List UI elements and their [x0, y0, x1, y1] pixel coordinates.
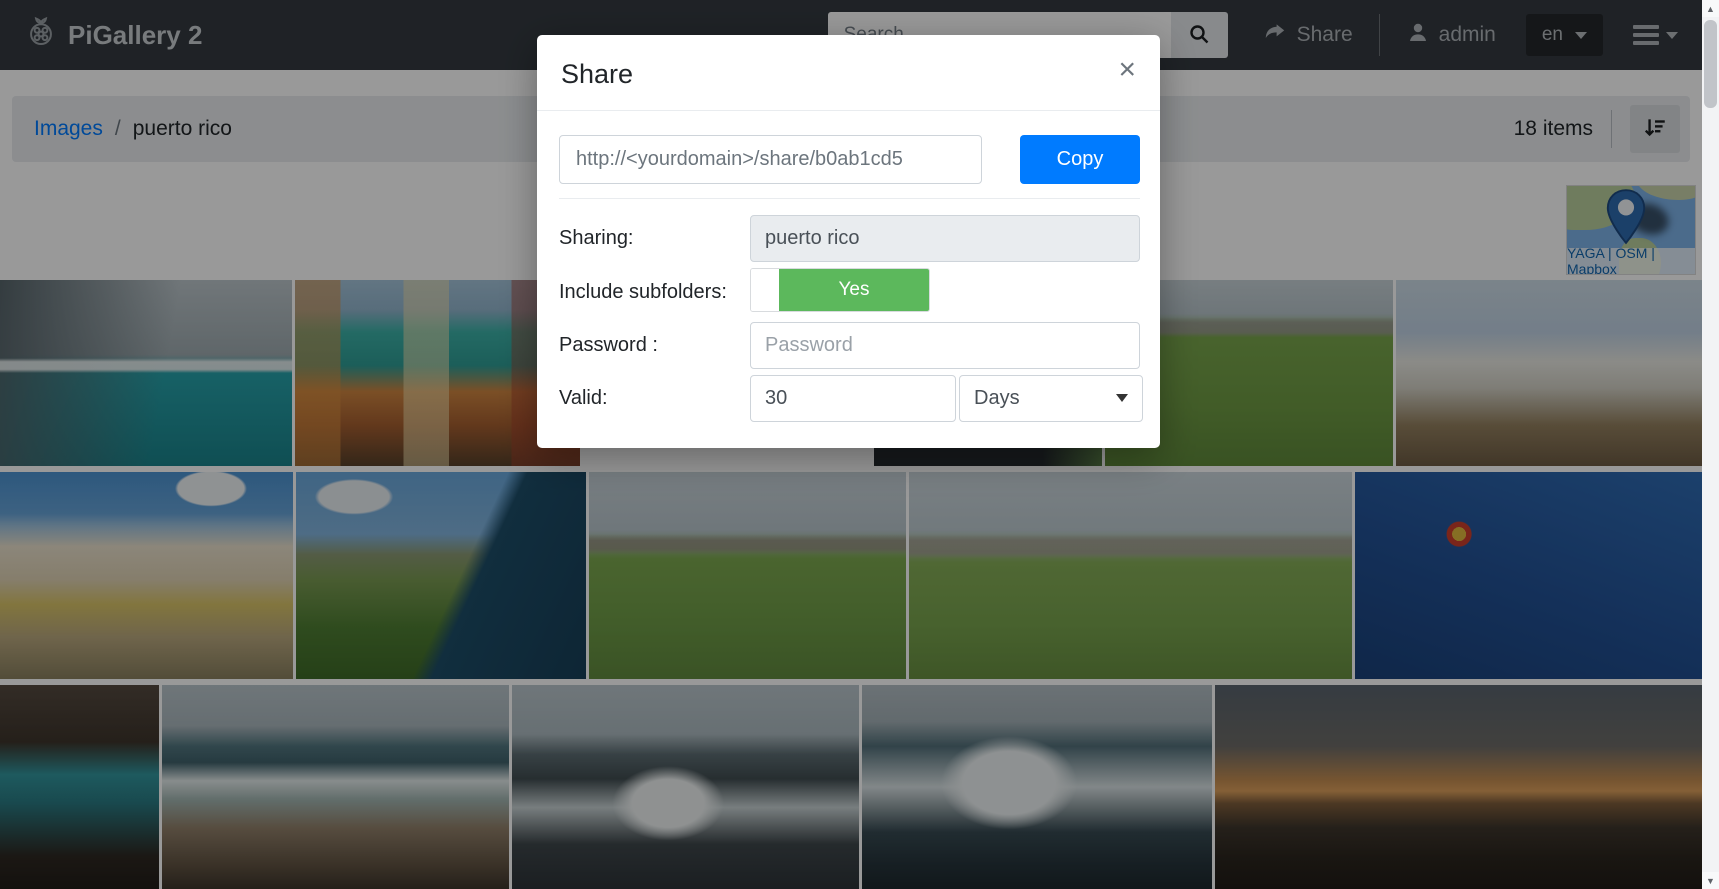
- password-field[interactable]: [750, 322, 1140, 369]
- scrollbar-up-arrow[interactable]: ▲: [1702, 0, 1719, 17]
- share-url-input[interactable]: [559, 135, 982, 184]
- scrollbar-thumb[interactable]: [1704, 20, 1717, 108]
- subfolders-label: Include subfolders:: [559, 281, 750, 304]
- share-modal-body: Copy Sharing: Include subfolders: Yes Pa…: [537, 111, 1160, 448]
- subfolders-row: Include subfolders: Yes: [559, 268, 1140, 316]
- share-modal: Share × Copy Sharing: Include subfolders…: [537, 35, 1160, 448]
- valid-label: Valid:: [559, 387, 750, 410]
- scrollbar[interactable]: ▲ ▼: [1702, 0, 1719, 889]
- valid-amount-input[interactable]: [750, 375, 956, 422]
- toggle-off-segment[interactable]: [751, 269, 779, 311]
- password-row: Password :: [559, 322, 1140, 369]
- scrollbar-down-arrow[interactable]: ▼: [1702, 872, 1719, 889]
- password-label: Password :: [559, 334, 750, 357]
- select-caret-icon: [1116, 394, 1128, 402]
- close-icon[interactable]: ×: [1118, 59, 1136, 81]
- sharing-label: Sharing:: [559, 227, 750, 250]
- valid-unit-value: Days: [974, 387, 1020, 410]
- include-subfolders-toggle[interactable]: Yes: [750, 268, 930, 312]
- toggle-yes-segment[interactable]: Yes: [779, 269, 929, 311]
- sharing-row: Sharing:: [559, 215, 1140, 262]
- sharing-name-field: [750, 215, 1140, 262]
- share-url-row: Copy: [559, 135, 1140, 184]
- share-modal-header: Share ×: [537, 35, 1160, 111]
- copy-button[interactable]: Copy: [1020, 135, 1140, 184]
- valid-row: Valid: Days: [559, 375, 1140, 422]
- valid-unit-select[interactable]: Days: [959, 375, 1143, 422]
- modal-divider: [559, 198, 1140, 199]
- share-modal-title: Share: [561, 59, 633, 90]
